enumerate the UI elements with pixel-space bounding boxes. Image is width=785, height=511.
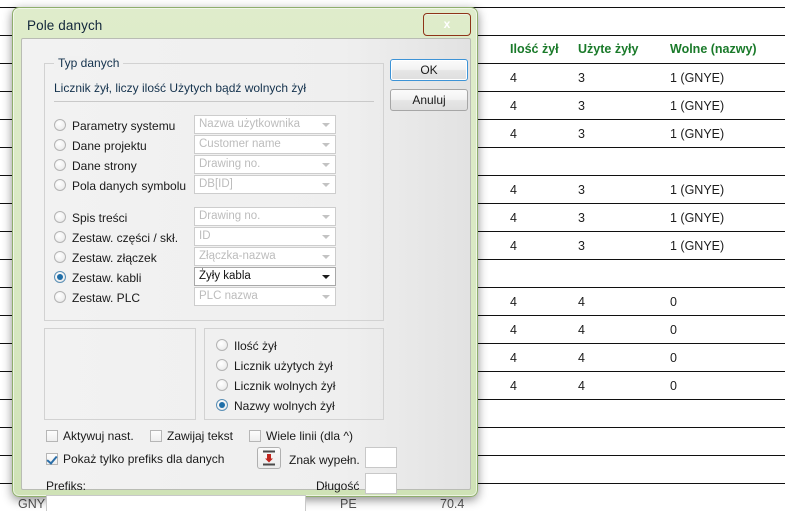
column-header: Użyte żyły — [578, 42, 639, 56]
table-cell: 3 — [578, 183, 585, 197]
table-cell: 4 — [510, 295, 517, 309]
radio-zestaw-cz-ci-sk[interactable]: Zestaw. części / skł. — [54, 231, 178, 245]
checkbox-show-prefix-only[interactable]: Pokaż tylko prefiks dla danych — [46, 453, 224, 466]
table-cell: 1 (GNYE) — [670, 71, 725, 85]
chevron-down-icon — [322, 143, 330, 147]
table-cell: 1 (GNYE) — [670, 211, 725, 225]
clipped-cell: 70.4 — [440, 497, 465, 511]
table-cell: 3 — [578, 71, 585, 85]
close-icon[interactable]: x — [423, 13, 471, 36]
table-cell: 0 — [670, 323, 677, 337]
combo-zestaw-cz-ci-sk[interactable]: ID — [194, 227, 336, 246]
hint-divider — [54, 101, 374, 102]
table-cell: 3 — [578, 211, 585, 225]
cancel-button[interactable]: Anuluj — [390, 89, 468, 111]
table-cell: 4 — [510, 99, 517, 113]
chevron-down-icon — [322, 295, 330, 299]
table-cell: 4 — [510, 239, 517, 253]
radio-zestaw-plc[interactable]: Zestaw. PLC — [54, 291, 140, 305]
radio-dane-strony[interactable]: Dane strony — [54, 159, 137, 173]
left-empty-panel — [44, 328, 196, 420]
table-cell: 4 — [510, 183, 517, 197]
table-cell: 3 — [578, 99, 585, 113]
checkbox-activate-next[interactable]: Aktywuj nast. — [46, 430, 134, 443]
insert-down-arrow-icon[interactable] — [257, 447, 281, 469]
checkbox-wrap-text[interactable]: Zawijaj tekst — [150, 430, 233, 443]
table-cell: 3 — [578, 127, 585, 141]
radio-ilo-y[interactable]: Ilość żył — [216, 339, 277, 353]
table-cell: 1 (GNYE) — [670, 127, 725, 141]
data-type-legend: Typ danych — [54, 56, 124, 70]
table-cell: 4 — [578, 379, 585, 393]
combo-pola-danych-symbolu[interactable]: DB[ID] — [194, 175, 336, 194]
table-cell: 4 — [510, 379, 517, 393]
insert-down-arrow-glyph — [263, 450, 275, 466]
dialog-title: Pole danych — [27, 18, 103, 33]
prefix-input[interactable] — [46, 495, 306, 511]
table-cell: 4 — [510, 71, 517, 85]
prefix-label: Prefiks: — [46, 479, 87, 493]
dialog-body: OK Anuluj Typ danych Licznik żył, liczy … — [21, 38, 471, 511]
combo-parametry-systemu[interactable]: Nazwa użytkownika — [194, 115, 336, 134]
radio-parametry-systemu[interactable]: Parametry systemu — [54, 119, 175, 133]
radio-pola-danych-symbolu[interactable]: Pola danych symbolu — [54, 179, 186, 193]
table-cell: 4 — [578, 323, 585, 337]
column-header: Ilość żył — [510, 42, 559, 56]
combo-dane-projektu[interactable]: Customer name — [194, 135, 336, 154]
chevron-down-icon — [322, 235, 330, 239]
radio-nazwy-wolnych-y[interactable]: Nazwy wolnych żył — [216, 399, 335, 413]
combo-zestaw-z-czek[interactable]: Złączka-nazwa — [194, 247, 336, 266]
radio-zestaw-z-czek[interactable]: Zestaw. złączek — [54, 251, 157, 265]
chevron-down-icon — [322, 275, 330, 279]
radio-dane-projektu[interactable]: Dane projektu — [54, 139, 147, 153]
table-cell: 4 — [510, 351, 517, 365]
chevron-down-icon — [322, 215, 330, 219]
combo-zestaw-kabli[interactable]: Żyły kabla — [194, 267, 336, 286]
column-header: Wolne (nazwy) — [670, 42, 757, 56]
radio-spis-tre-ci[interactable]: Spis treści — [54, 211, 127, 225]
fill-char-label: Znak wypełn. — [289, 453, 360, 467]
table-cell: 4 — [578, 295, 585, 309]
combo-zestaw-plc[interactable]: PLC nazwa — [194, 287, 336, 306]
chevron-down-icon — [322, 163, 330, 167]
table-cell: 4 — [510, 127, 517, 141]
data-type-hint: Licznik żył, liczy ilość Użytych bądź wo… — [54, 81, 307, 95]
ok-button[interactable]: OK — [390, 59, 468, 81]
table-cell: 1 (GNYE) — [670, 99, 725, 113]
table-cell: 0 — [670, 351, 677, 365]
combo-dane-strony[interactable]: Drawing no. — [194, 155, 336, 174]
data-field-dialog: Pole danych x OK Anuluj Typ danych Liczn… — [12, 7, 478, 511]
chevron-down-icon — [322, 255, 330, 259]
length-label: Długość — [316, 479, 360, 493]
chevron-down-icon — [322, 183, 330, 187]
table-cell: 4 — [510, 211, 517, 225]
table-cell: 1 (GNYE) — [670, 183, 725, 197]
radio-licznik-u-ytych-y[interactable]: Licznik użytych żył — [216, 359, 333, 373]
table-cell: 4 — [578, 351, 585, 365]
table-cell: 1 (GNYE) — [670, 239, 725, 253]
combo-spis-tre-ci[interactable]: Drawing no. — [194, 207, 336, 226]
table-cell: 4 — [510, 323, 517, 337]
fill-char-input[interactable] — [365, 447, 397, 468]
table-cell: 0 — [670, 379, 677, 393]
checkbox-multiline[interactable]: Wiele linii (dla ^) — [249, 430, 353, 443]
table-cell: 0 — [670, 295, 677, 309]
length-input[interactable] — [365, 473, 397, 494]
radio-zestaw-kabli[interactable]: Zestaw. kabli — [54, 271, 141, 285]
clipped-cell: PE — [340, 497, 357, 511]
radio-licznik-wolnych-y[interactable]: Licznik wolnych żył — [216, 379, 335, 393]
screen: Ilość żył Użyte żyły Wolne (nazwy) 4 3 1 (GN… — [0, 0, 785, 511]
table-cell: 3 — [578, 239, 585, 253]
chevron-down-icon — [322, 123, 330, 127]
